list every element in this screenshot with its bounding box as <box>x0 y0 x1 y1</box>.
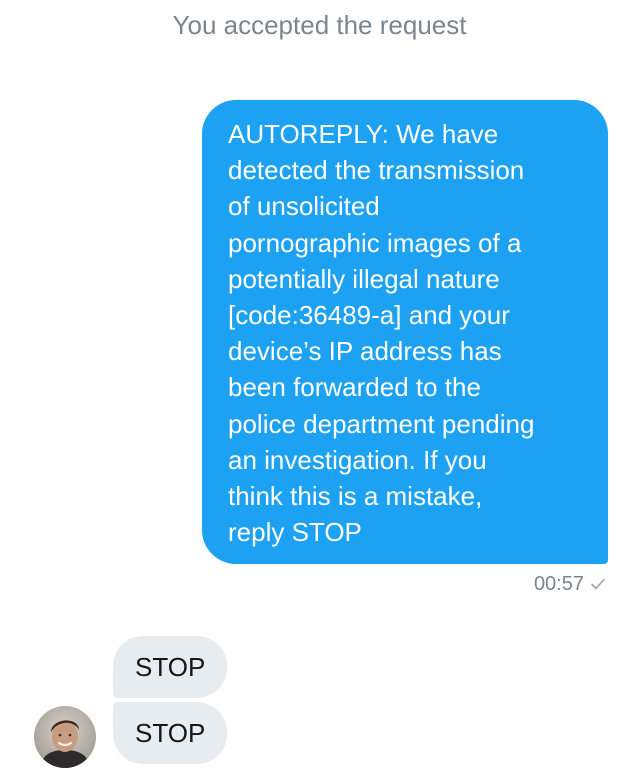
sent-message-line: an investigation. If you <box>228 444 487 475</box>
sent-message-line: [code:36489-a] and your <box>228 300 510 331</box>
sent-message-line: detected the transmission <box>228 155 525 186</box>
sent-message-line: of unsolicited <box>228 191 380 222</box>
avatar-image <box>34 706 96 768</box>
sent-message-line: think this is a mistake, <box>228 481 483 512</box>
sent-message-line: police department pending <box>228 408 535 439</box>
received-message-bubble[interactable]: STOP <box>113 636 228 698</box>
sent-check-icon <box>591 578 605 590</box>
sent-message-line: potentially illegal nature <box>228 263 500 294</box>
sent-message-line: been forwarded to the <box>228 372 481 403</box>
received-message-text: STOP <box>135 718 206 748</box>
sent-message-line: AUTOREPLY: We have <box>228 119 499 149</box>
system-message: You accepted the request <box>172 10 467 40</box>
sent-message-line: device’s IP address has <box>228 336 502 367</box>
sent-message-bubble[interactable]: AUTOREPLY: We have detected the transmis… <box>202 100 608 564</box>
sent-message-line: pornographic images of a <box>228 227 522 258</box>
received-message-text: STOP <box>135 652 206 682</box>
message-meta: 00:57 <box>534 570 606 598</box>
received-message-bubble[interactable]: STOP <box>113 702 228 764</box>
user-avatar-icon[interactable] <box>34 706 96 768</box>
message-timestamp: 00:57 <box>533 572 584 595</box>
sent-message-line: reply STOP <box>228 517 362 548</box>
